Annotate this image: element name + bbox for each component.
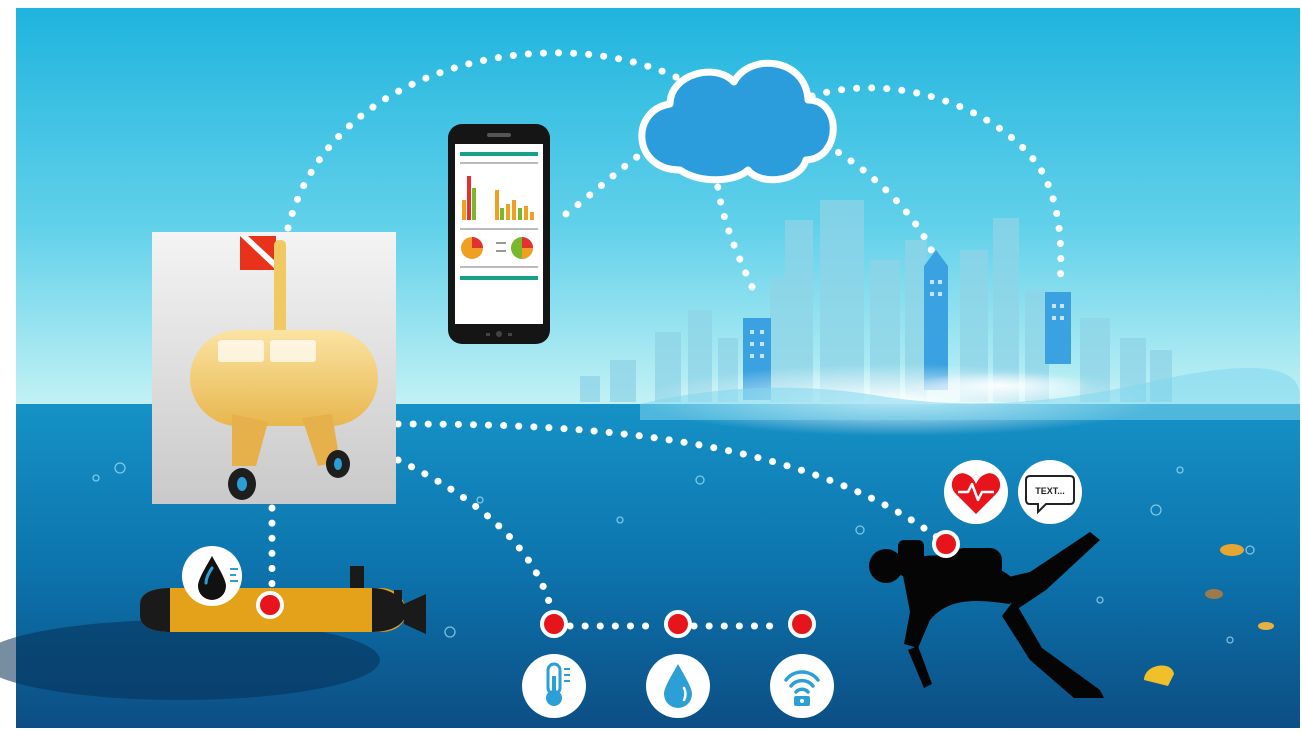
node-vehicle — [256, 591, 284, 619]
chat-bubble-text: TEXT... — [1035, 486, 1065, 496]
buoy-image — [152, 232, 396, 504]
node-temperature — [540, 610, 568, 638]
text-message-icon: TEXT... — [1018, 460, 1082, 524]
heart-rate-icon — [944, 460, 1008, 524]
iot-underwater-scene: TEXT... — [0, 0, 1302, 733]
smartphone-icon — [448, 124, 550, 344]
thermometer-icon — [522, 654, 586, 718]
node-diver — [932, 530, 960, 558]
water-drop-icon — [646, 654, 710, 718]
node-water — [664, 610, 692, 638]
oil-drop-icon — [182, 546, 242, 606]
node-signal — [788, 610, 816, 638]
wireless-signal-icon — [770, 654, 834, 718]
